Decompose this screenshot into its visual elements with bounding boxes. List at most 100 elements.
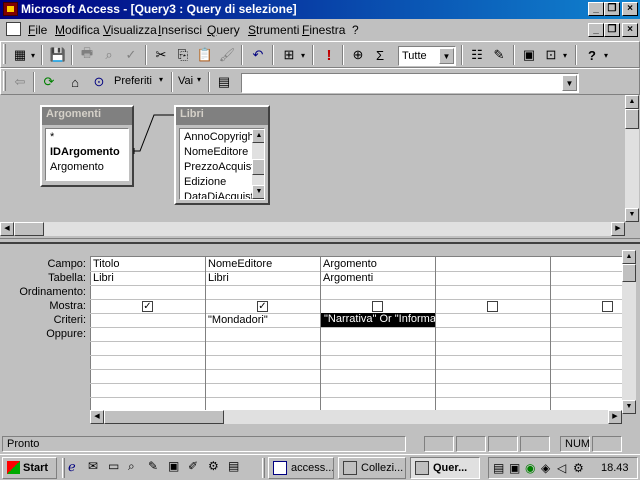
database-window-icon[interactable]: ▣ (518, 44, 540, 66)
outlook-icon[interactable]: ✉ (88, 459, 98, 473)
grid-criteria-cell[interactable]: "Mondadori" (205, 314, 319, 326)
app-icon[interactable]: ▣ (168, 459, 179, 473)
tray-icon[interactable]: ▤ (493, 461, 504, 475)
design-horizontal-scrollbar[interactable]: ◀ ▶ (0, 222, 625, 236)
print-icon[interactable]: 🖶 (76, 44, 98, 66)
scroll-up-icon[interactable]: ▲ (625, 95, 639, 109)
cut-icon[interactable]: ✂ (150, 44, 172, 66)
grid-field-cell[interactable]: Titolo (90, 258, 204, 270)
home-icon[interactable]: ⌂ (64, 71, 86, 93)
new-object-icon[interactable]: ⊡ (540, 44, 562, 66)
show-checkbox[interactable] (602, 301, 613, 312)
ie-icon[interactable]: ℯ (68, 459, 76, 475)
query-type-dropdown-icon[interactable]: ▾ (298, 44, 308, 66)
doc-minimize-button[interactable]: _ (588, 23, 604, 37)
scroll-up-icon[interactable]: ▲ (622, 250, 636, 264)
spelling-icon[interactable]: ✓ (120, 44, 142, 66)
find-icon[interactable]: ⌕ (128, 459, 135, 474)
scroll-left-icon[interactable]: ◀ (0, 222, 14, 236)
go-dropdown-icon[interactable]: ▾ (197, 75, 201, 84)
show-checkbox[interactable]: ✓ (257, 301, 268, 312)
grid-horizontal-scrollbar[interactable]: ◀ ▶ (90, 410, 622, 424)
title-bar[interactable]: Microsoft Access - [Query3 : Query di se… (0, 0, 640, 19)
show-table-icon[interactable]: ⊕ (347, 44, 369, 66)
address-combo[interactable]: ▼ (241, 73, 579, 93)
field-item[interactable]: Edizione (184, 176, 226, 188)
totals-icon[interactable]: Σ (369, 44, 391, 66)
field-list-title[interactable]: Libri (176, 107, 268, 125)
grid-table-cell[interactable]: Argomenti (320, 272, 434, 284)
refresh-icon[interactable]: ⟳ (38, 71, 60, 93)
paint-icon[interactable]: ✐ (188, 459, 198, 473)
doc-restore-button[interactable]: ❐ (604, 23, 620, 37)
grid-field-cell[interactable]: Argomento (320, 258, 434, 270)
clock[interactable]: 18.43 (601, 462, 629, 474)
taskbar-button-access[interactable]: access... (268, 457, 334, 479)
field-item[interactable]: DataDiAcquisto (184, 191, 260, 199)
tray-icon[interactable]: ◉ (525, 461, 535, 475)
start-button[interactable]: Start (2, 457, 57, 479)
back-icon[interactable]: ⇦ (9, 71, 31, 93)
search-web-icon[interactable]: ⊙ (88, 71, 110, 93)
doc-close-button[interactable]: × (622, 23, 638, 37)
taskbar-button-collezione[interactable]: Collezi... (338, 457, 406, 479)
scroll-down-icon[interactable]: ▼ (625, 208, 639, 222)
build-icon[interactable]: ✎ (488, 44, 510, 66)
field-list-scrollbar[interactable]: ▲ ▼ (252, 129, 264, 199)
grid-table-cell[interactable]: Libri (205, 272, 319, 284)
show-checkbox[interactable]: ✓ (142, 301, 153, 312)
scroll-up-icon[interactable]: ▲ (252, 129, 264, 143)
desktop-icon[interactable]: ▭ (108, 459, 119, 473)
scroll-right-icon[interactable]: ▶ (611, 222, 625, 236)
tray-icon[interactable]: ◈ (541, 461, 550, 475)
new-object-dropdown-icon[interactable]: ▾ (560, 44, 570, 66)
join-line[interactable] (130, 109, 180, 159)
menu-query[interactable]: Query (207, 23, 240, 37)
tray-icon[interactable]: ▣ (509, 461, 520, 475)
tool-icon[interactable]: ⚙ (208, 459, 219, 473)
show-checkbox[interactable] (487, 301, 498, 312)
show-only-web-toolbar-icon[interactable]: ▤ (213, 71, 235, 93)
menu-finestra[interactable]: Finestra (302, 23, 345, 37)
field-list-title[interactable]: Argomenti (42, 107, 132, 125)
top-values-dropdown-icon[interactable]: ▼ (439, 48, 454, 64)
column-selector-bar[interactable] (90, 250, 622, 257)
menu-visualizza[interactable]: Visualizza (103, 23, 157, 37)
scroll-down-icon[interactable]: ▼ (622, 400, 636, 414)
show-checkbox[interactable] (372, 301, 383, 312)
field-list-argomenti[interactable]: Argomenti * IDArgomento Argomento (40, 105, 134, 187)
menu-strumenti[interactable]: Strumenti (248, 23, 299, 37)
access-app-icon[interactable] (3, 2, 18, 16)
menu-help[interactable]: ? (352, 23, 359, 37)
properties-icon[interactable]: ☷ (466, 44, 488, 66)
field-item[interactable]: PrezzoAcquisto (184, 161, 260, 173)
notepad-icon[interactable]: ✎ (148, 459, 158, 473)
table-design-pane[interactable]: Argomenti * IDArgomento Argomento Libri … (0, 95, 625, 222)
field-item-primary-key[interactable]: IDArgomento (50, 146, 120, 158)
help-dropdown-icon[interactable]: ▾ (601, 44, 611, 66)
pane-splitter[interactable] (0, 238, 640, 244)
menu-file[interactable]: File (28, 23, 47, 37)
document-icon[interactable] (6, 22, 21, 36)
volume-icon[interactable]: ◁ (557, 461, 566, 475)
view-dropdown-icon[interactable]: ▾ (28, 44, 38, 66)
field-item[interactable]: * (50, 131, 54, 143)
favorites-dropdown-icon[interactable]: ▾ (159, 75, 163, 84)
field-item[interactable]: Argomento (50, 161, 104, 173)
restore-button[interactable]: ❐ (604, 2, 620, 16)
close-button[interactable]: × (622, 2, 638, 16)
paste-icon[interactable]: 📋 (194, 44, 216, 66)
minimize-button[interactable]: _ (588, 2, 604, 16)
field-list-libri[interactable]: Libri AnnoCopyright NomeEditore PrezzoAc… (174, 105, 270, 205)
grid-vertical-scrollbar[interactable]: ▲ ▼ (622, 250, 636, 414)
menu-inserisci[interactable]: Inserisci (158, 23, 202, 37)
save-icon[interactable]: 💾 (47, 44, 69, 66)
scroll-down-icon[interactable]: ▼ (252, 185, 264, 199)
undo-icon[interactable]: ↶ (247, 44, 269, 66)
grid-criteria-cell-selected[interactable]: "Narrativa" Or "Informa (321, 313, 435, 327)
scroll-left-icon[interactable]: ◀ (90, 410, 104, 424)
run-icon[interactable]: ! (318, 44, 340, 66)
program-icon[interactable]: ▤ (228, 459, 239, 473)
taskbar-button-query[interactable]: Quer... (410, 457, 480, 479)
go-menu[interactable]: Vai (178, 75, 193, 87)
